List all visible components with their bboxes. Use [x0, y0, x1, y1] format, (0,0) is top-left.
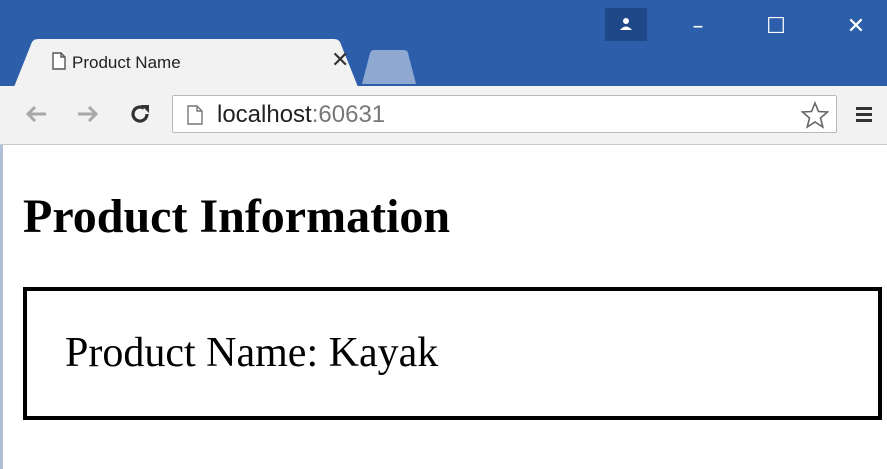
close-window-button[interactable]: ✕: [826, 6, 886, 46]
maximize-button[interactable]: ☐: [746, 6, 806, 46]
back-button[interactable]: [20, 98, 52, 130]
page-content: Product Information Product Name: Kayak: [0, 145, 887, 469]
page-icon: [187, 105, 203, 125]
minimize-button[interactable]: –: [668, 6, 728, 46]
profile-button[interactable]: [605, 8, 647, 41]
product-name-value: Kayak: [328, 330, 439, 376]
product-name-label: Product Name:: [65, 330, 319, 376]
address-bar[interactable]: localhost:60631: [172, 95, 837, 133]
product-name-text: Product Name: Kayak: [65, 329, 438, 377]
tab-title: Product Name: [72, 53, 181, 72]
tab-close-button[interactable]: ✕: [331, 49, 349, 73]
reload-icon: [131, 105, 149, 123]
menu-icon: [856, 107, 872, 122]
menu-button[interactable]: [850, 98, 878, 130]
url-host: localhost: [217, 101, 312, 128]
star-icon[interactable]: [801, 101, 829, 129]
reload-button[interactable]: [124, 98, 156, 130]
forward-arrow-icon: [78, 105, 99, 123]
browser-titlebar: – ☐ ✕ Product Name ✕: [0, 0, 887, 87]
product-info-box: Product Name: Kayak: [23, 287, 882, 420]
user-icon: [620, 18, 632, 30]
url-port: :60631: [311, 101, 386, 128]
tab-product-name[interactable]: Product Name ✕: [14, 39, 358, 87]
back-arrow-icon: [25, 105, 46, 123]
browser-toolbar: localhost:60631: [0, 86, 887, 145]
url-text: localhost:60631: [217, 102, 385, 128]
page-icon: [52, 52, 66, 70]
new-tab-button[interactable]: [360, 50, 418, 84]
forward-button[interactable]: [72, 98, 104, 130]
page-heading: Product Information: [23, 190, 451, 243]
